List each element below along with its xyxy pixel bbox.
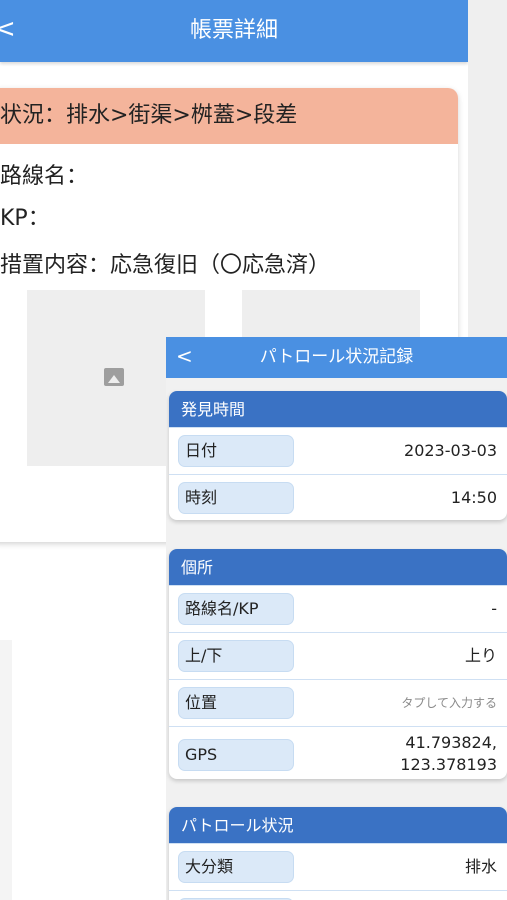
gps-longitude: 123.378193 <box>400 755 497 774</box>
direction-label: 上/下 <box>178 640 294 672</box>
direction-value[interactable]: 上り <box>465 633 497 679</box>
gps-row[interactable]: GPS 41.793824, 123.378193 <box>169 726 507 779</box>
kp-label: KP： <box>0 206 50 231</box>
gps-latitude: 41.793824, <box>405 733 497 752</box>
date-row[interactable]: 日付 2023-03-03 <box>169 427 507 474</box>
time-value[interactable]: 14:50 <box>451 475 497 520</box>
position-label: 位置 <box>178 687 294 719</box>
next-row[interactable] <box>169 890 507 900</box>
gps-label: GPS <box>178 739 294 771</box>
section-title: パトロール状況 <box>169 807 507 843</box>
measure-line: 措置内容：応急復旧（〇応急済） <box>0 253 331 278</box>
date-label: 日付 <box>178 435 294 467</box>
page-title: パトロール状況記録 <box>259 347 414 367</box>
route-kp-row[interactable]: 路線名/KP - <box>169 585 507 632</box>
report-detail-header: < 帳票詳細 <box>0 0 468 62</box>
patrol-status-section: パトロール状況 大分類 排水 <box>169 807 507 900</box>
patrol-record-screen: < パトロール状況記録 発見時間 日付 2023-03-03 時刻 14:50 … <box>166 337 507 900</box>
discovery-time-section: 発見時間 日付 2023-03-03 時刻 14:50 <box>169 391 507 520</box>
category-label: 大分類 <box>178 851 294 883</box>
route-kp-label: 路線名/KP <box>178 593 294 625</box>
gps-value[interactable]: 41.793824, 123.378193 <box>400 732 497 776</box>
section-title: 個所 <box>169 549 507 585</box>
position-input[interactable]: タプして入力する <box>401 680 497 726</box>
time-row[interactable]: 時刻 14:50 <box>169 474 507 520</box>
category-row[interactable]: 大分類 排水 <box>169 843 507 890</box>
section-title: 発見時間 <box>169 391 507 427</box>
date-value[interactable]: 2023-03-03 <box>404 428 497 474</box>
time-label: 時刻 <box>178 482 294 514</box>
status-line: 状況：排水>街渠>桝蓋>段差 <box>0 88 458 144</box>
route-name-label: 路線名： <box>0 164 89 189</box>
route-kp-value[interactable]: - <box>491 586 497 632</box>
direction-row[interactable]: 上/下 上り <box>169 632 507 679</box>
patrol-record-header: < パトロール状況記録 <box>166 337 507 378</box>
category-value[interactable]: 排水 <box>465 844 497 890</box>
page-title: 帳票詳細 <box>189 18 278 43</box>
background-edge <box>0 640 12 900</box>
image-placeholder-icon <box>104 368 124 386</box>
position-row[interactable]: 位置 タプして入力する <box>169 679 507 726</box>
location-section: 個所 路線名/KP - 上/下 上り 位置 タプして入力する GPS 41.79… <box>169 549 507 779</box>
